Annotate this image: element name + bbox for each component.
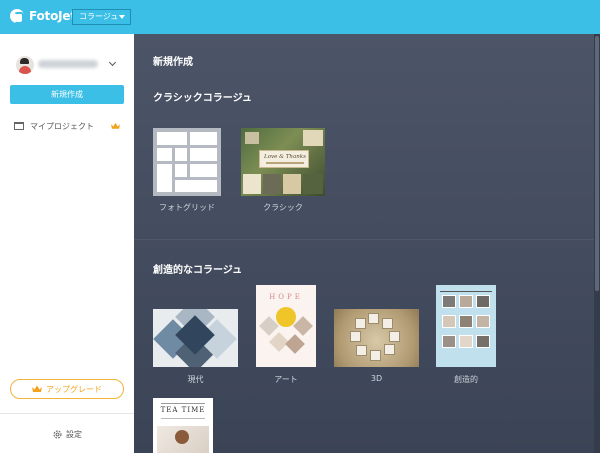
template-tea-time[interactable]: TEA TIME: [153, 398, 213, 453]
template-thumbnail: [153, 128, 221, 196]
template-thumbnail: [334, 309, 419, 367]
template-creative[interactable]: 創造的: [436, 285, 496, 389]
settings-button[interactable]: 設定: [52, 428, 82, 440]
template-classic[interactable]: Love & Thanks クラシック: [241, 128, 325, 218]
mode-dropdown-label: コラージュ: [79, 12, 119, 21]
section-title-classic: クラシックコラージュ: [153, 93, 252, 104]
template-label: 3D: [370, 374, 383, 383]
sidebar: 新規作成 マイプロジェクト アップグレード 設定: [0, 34, 134, 453]
template-art[interactable]: HOPE アート: [256, 285, 316, 389]
template-thumbnail: TEA TIME: [153, 398, 213, 453]
app-name: FotoJet: [29, 9, 76, 23]
logo-icon: [10, 9, 24, 24]
template-thumbnail: Love & Thanks: [241, 128, 325, 196]
section-title-creative: 創造的なコラージュ: [153, 265, 243, 276]
template-label: アート: [274, 375, 298, 384]
sidebar-item-my-projects[interactable]: マイプロジェクト: [14, 120, 122, 134]
template-photo-grid[interactable]: フォトグリッド: [153, 128, 221, 218]
template-label: 創造的: [454, 375, 478, 384]
mode-dropdown[interactable]: コラージュ: [72, 9, 131, 25]
settings-label: 設定: [66, 429, 82, 439]
upgrade-label: アップグレード: [46, 384, 102, 394]
folder-icon: [14, 122, 24, 130]
section-divider: [134, 239, 594, 240]
new-project-button[interactable]: 新規作成: [10, 85, 124, 104]
thumb-title: HOPE: [269, 293, 303, 301]
chevron-down-icon: [108, 58, 117, 67]
app-logo[interactable]: FotoJet: [10, 9, 76, 24]
crown-icon: [32, 385, 42, 392]
avatar: [16, 56, 34, 74]
thumb-title: Love & Thanks: [264, 154, 306, 160]
top-bar: FotoJet コラージュ: [0, 0, 600, 34]
thumb-title: TEA TIME: [160, 406, 206, 414]
template-modern[interactable]: 現代: [153, 309, 238, 389]
gear-icon: [53, 429, 62, 439]
upgrade-button[interactable]: アップグレード: [10, 379, 124, 399]
template-label: フォトグリッド: [159, 203, 215, 212]
crown-icon: [111, 122, 120, 129]
thumb-banner: Love & Thanks: [259, 150, 309, 168]
template-label: クラシック: [263, 203, 303, 212]
divider: [0, 413, 134, 414]
main-content: 新規作成 クラシックコラージュ フォトグリッド Love & Thanks クラ…: [134, 34, 600, 453]
page-title: 新規作成: [153, 57, 193, 68]
template-thumbnail: HOPE: [256, 285, 316, 367]
chevron-down-icon: [119, 15, 125, 19]
template-thumbnail: [153, 309, 238, 367]
user-menu[interactable]: [16, 56, 120, 74]
sidebar-item-label: マイプロジェクト: [30, 122, 94, 131]
template-label: 現代: [187, 375, 204, 384]
template-3d[interactable]: 3D: [334, 309, 419, 389]
scrollbar-thumb[interactable]: [595, 36, 599, 291]
user-name-blurred: [38, 60, 98, 68]
scrollbar[interactable]: [594, 34, 600, 453]
template-thumbnail: [436, 285, 496, 367]
